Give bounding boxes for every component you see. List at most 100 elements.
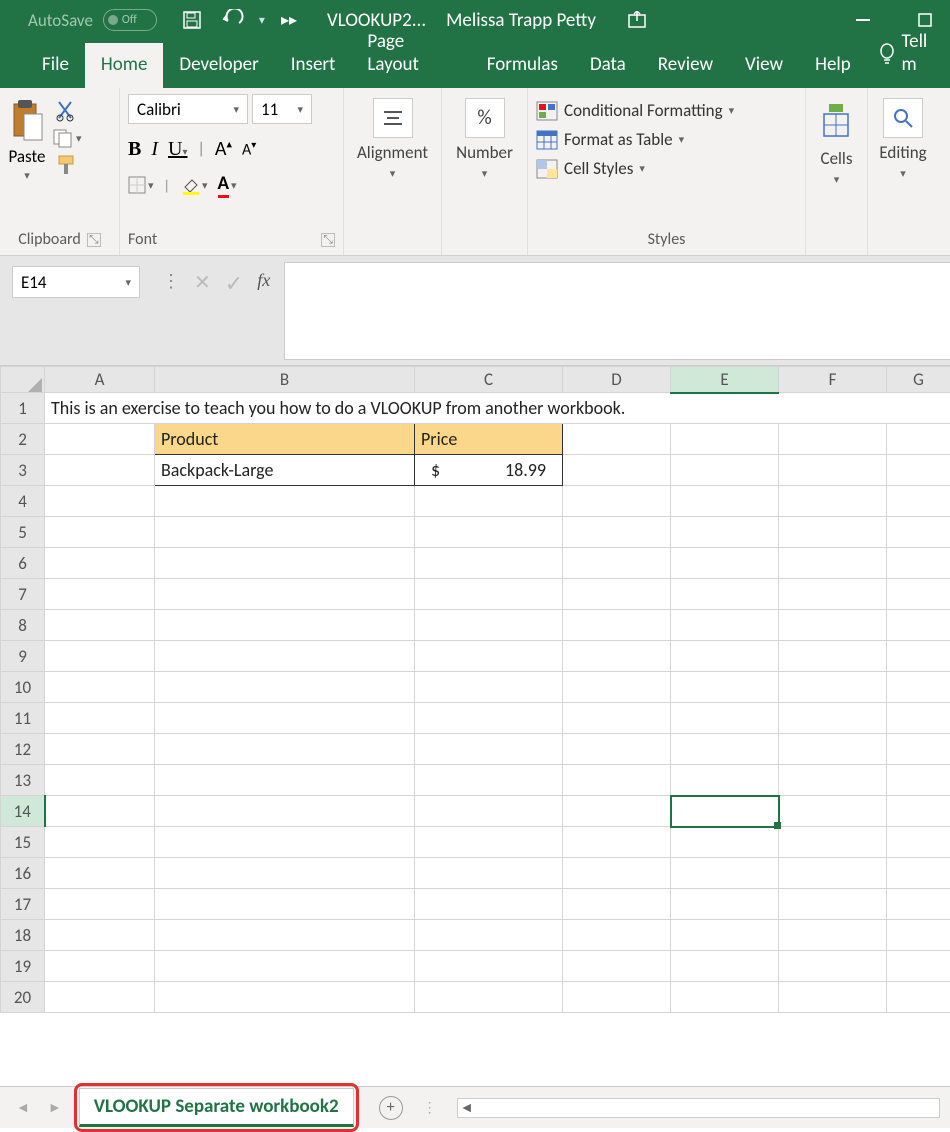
cell-c16[interactable]: [415, 858, 563, 889]
number-button[interactable]: % Number ▾: [450, 94, 519, 184]
cell-g4[interactable]: [887, 486, 950, 517]
cell-c17[interactable]: [415, 889, 563, 920]
cell-g2[interactable]: [887, 424, 950, 455]
cell-f6[interactable]: [779, 548, 887, 579]
cell-c15[interactable]: [415, 827, 563, 858]
cell-d9[interactable]: [563, 641, 671, 672]
cell-g20[interactable]: [887, 982, 950, 1013]
cell-g17[interactable]: [887, 889, 950, 920]
cell-b19[interactable]: [155, 951, 415, 982]
row-head-2[interactable]: 2: [1, 424, 45, 455]
cell-c4[interactable]: [415, 486, 563, 517]
cell-d15[interactable]: [563, 827, 671, 858]
cell-d16[interactable]: [563, 858, 671, 889]
row-head-15[interactable]: 15: [1, 827, 45, 858]
cell-f10[interactable]: [779, 672, 887, 703]
cell-g9[interactable]: [887, 641, 950, 672]
cell-c20[interactable]: [415, 982, 563, 1013]
cell-b4[interactable]: [155, 486, 415, 517]
font-name-selector[interactable]: Calibri▾: [128, 94, 248, 124]
cell-e15[interactable]: [671, 827, 779, 858]
cell-f11[interactable]: [779, 703, 887, 734]
cell-b6[interactable]: [155, 548, 415, 579]
tab-file[interactable]: File: [26, 43, 85, 88]
cell-d10[interactable]: [563, 672, 671, 703]
cell-a20[interactable]: [45, 982, 155, 1013]
cell-e14[interactable]: [671, 796, 779, 827]
save-icon[interactable]: [175, 3, 209, 37]
cell-d6[interactable]: [563, 548, 671, 579]
cell-f9[interactable]: [779, 641, 887, 672]
cell-f5[interactable]: [779, 517, 887, 548]
cell-g13[interactable]: [887, 765, 950, 796]
cell-e8[interactable]: [671, 610, 779, 641]
cell-c8[interactable]: [415, 610, 563, 641]
cell-a19[interactable]: [45, 951, 155, 982]
sheet-tab-active[interactable]: VLOOKUP Separate workbook2: [79, 1088, 354, 1127]
cell-g5[interactable]: [887, 517, 950, 548]
col-head-c[interactable]: C: [415, 367, 563, 393]
cell-d11[interactable]: [563, 703, 671, 734]
cell-d7[interactable]: [563, 579, 671, 610]
cell-styles-button[interactable]: Cell Styles▾: [536, 158, 734, 179]
row-head-12[interactable]: 12: [1, 734, 45, 765]
cell-f14[interactable]: [779, 796, 887, 827]
bold-button[interactable]: B: [128, 138, 141, 161]
row-head-9[interactable]: 9: [1, 641, 45, 672]
cells-button[interactable]: Cells ▾: [815, 94, 859, 190]
tab-help[interactable]: Help: [799, 43, 867, 88]
cell-a17[interactable]: [45, 889, 155, 920]
sheet-nav-next[interactable]: ►: [42, 1099, 68, 1116]
cell-a4[interactable]: [45, 486, 155, 517]
font-color-button[interactable]: A▾: [218, 172, 237, 198]
tab-formulas[interactable]: Formulas: [471, 43, 574, 88]
col-head-e[interactable]: E: [671, 367, 779, 393]
cell-c13[interactable]: [415, 765, 563, 796]
horizontal-scrollbar[interactable]: ◄: [457, 1098, 940, 1118]
cut-icon[interactable]: [55, 100, 79, 122]
cell-d13[interactable]: [563, 765, 671, 796]
col-head-g[interactable]: G: [887, 367, 950, 393]
cell-c12[interactable]: [415, 734, 563, 765]
cell-g15[interactable]: [887, 827, 950, 858]
new-sheet-button[interactable]: +: [379, 1096, 403, 1120]
underline-button[interactable]: U▾: [168, 138, 187, 161]
cell-a18[interactable]: [45, 920, 155, 951]
formula-input[interactable]: [284, 262, 950, 360]
cell-e12[interactable]: [671, 734, 779, 765]
cell-f20[interactable]: [779, 982, 887, 1013]
cell-c7[interactable]: [415, 579, 563, 610]
cell-b3[interactable]: Backpack-Large: [155, 455, 415, 486]
cell-a2[interactable]: [45, 424, 155, 455]
cell-d17[interactable]: [563, 889, 671, 920]
copy-icon[interactable]: ▾: [52, 128, 82, 148]
cell-f8[interactable]: [779, 610, 887, 641]
cell-f4[interactable]: [779, 486, 887, 517]
row-head-11[interactable]: 11: [1, 703, 45, 734]
cell-d3[interactable]: [563, 455, 671, 486]
share-icon[interactable]: [620, 3, 654, 37]
increase-font-button[interactable]: A▴: [215, 137, 232, 161]
cell-c6[interactable]: [415, 548, 563, 579]
row-head-6[interactable]: 6: [1, 548, 45, 579]
cell-e20[interactable]: [671, 982, 779, 1013]
fx-icon[interactable]: fx: [257, 270, 270, 291]
cell-a8[interactable]: [45, 610, 155, 641]
cell-g16[interactable]: [887, 858, 950, 889]
cell-g12[interactable]: [887, 734, 950, 765]
cell-e5[interactable]: [671, 517, 779, 548]
cell-g10[interactable]: [887, 672, 950, 703]
undo-dropdown[interactable]: ▾: [259, 13, 265, 28]
cell-g18[interactable]: [887, 920, 950, 951]
col-head-b[interactable]: B: [155, 367, 415, 393]
cell-b20[interactable]: [155, 982, 415, 1013]
paste-button[interactable]: Paste ▾: [8, 94, 46, 182]
decrease-font-button[interactable]: A▾: [242, 138, 256, 159]
cell-d4[interactable]: [563, 486, 671, 517]
cell-e13[interactable]: [671, 765, 779, 796]
enter-formula-icon[interactable]: ✓: [225, 270, 243, 297]
tab-view[interactable]: View: [729, 43, 799, 88]
cell-e4[interactable]: [671, 486, 779, 517]
tab-data[interactable]: Data: [574, 43, 642, 88]
cell-f19[interactable]: [779, 951, 887, 982]
